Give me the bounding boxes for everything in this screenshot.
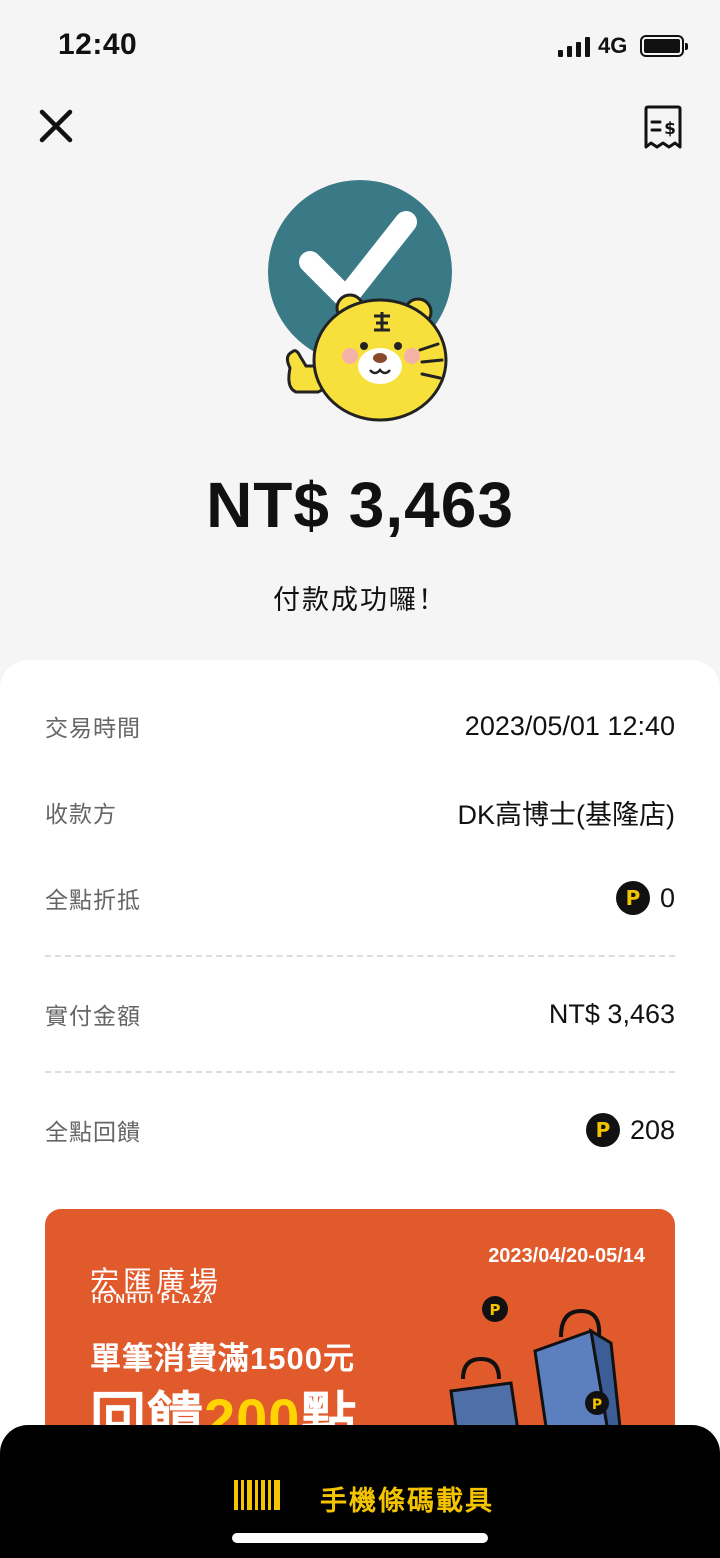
points-redeemed-label: 全點折抵 <box>45 887 141 913</box>
promo-brand-english: HONHUI PLAZA <box>92 1291 215 1306</box>
network-type: 4G <box>598 33 628 58</box>
payee-label: 收款方 <box>45 801 117 827</box>
close-button[interactable] <box>36 106 76 146</box>
payment-success-screen: 12:40 4G $ NT$ 3,463 付款成功囉！ 交易時間 2023/05… <box>0 0 720 1558</box>
payment-amount: NT$ 3,463 <box>206 469 514 541</box>
row-payee: 收款方 DK高博士(基隆店) <box>45 792 675 832</box>
signal-icon <box>558 37 590 57</box>
status-time: 12:40 <box>58 28 138 61</box>
promo-date-range: 2023/04/20-05/14 <box>488 1245 645 1267</box>
points-earned-value-wrap: P 208 <box>585 1113 675 1147</box>
points-redeemed-value: 0 <box>659 882 675 913</box>
svg-text:$: $ <box>664 119 676 139</box>
row-transaction-time: 交易時間 2023/05/01 12:40 <box>45 706 675 746</box>
points-earned-label: 全點回饋 <box>45 1119 141 1145</box>
row-points-redeemed: 全點折抵 P 0 <box>45 878 675 918</box>
barcode-icon <box>234 1480 280 1510</box>
mobile-barcode-label: 手機條碼載具 <box>320 1486 494 1516</box>
amount-paid-label: 實付金額 <box>45 1003 141 1029</box>
points-icon: P <box>615 881 650 915</box>
amount-paid-value: NT$ 3,463 <box>548 998 675 1029</box>
row-amount-paid: 實付金額 NT$ 3,463 <box>45 994 675 1034</box>
transaction-time-value: 2023/05/01 12:40 <box>464 710 675 741</box>
success-message: 付款成功囉！ <box>273 585 447 615</box>
success-illustration <box>268 180 452 422</box>
receipt-button[interactable]: $ <box>640 104 686 152</box>
row-points-earned: 全點回饋 P 208 <box>45 1110 675 1150</box>
divider <box>45 955 675 957</box>
close-icon <box>39 109 73 143</box>
divider <box>45 1071 675 1073</box>
status-bar: 12:40 4G <box>0 0 720 92</box>
battery-icon <box>640 35 688 57</box>
svg-text:P: P <box>490 1301 501 1319</box>
payee-value: DK高博士(基隆店) <box>457 799 676 830</box>
svg-text:P: P <box>592 1397 602 1413</box>
promo-condition: 單筆消費滿1500元 <box>90 1341 355 1376</box>
points-earned-value: 208 <box>629 1114 675 1145</box>
home-indicator[interactable] <box>232 1533 488 1543</box>
receipt-icon: $ <box>644 105 682 149</box>
points-icon: P <box>585 1113 620 1147</box>
points-redeemed-value-wrap: P 0 <box>615 881 675 915</box>
transaction-time-label: 交易時間 <box>45 715 141 741</box>
